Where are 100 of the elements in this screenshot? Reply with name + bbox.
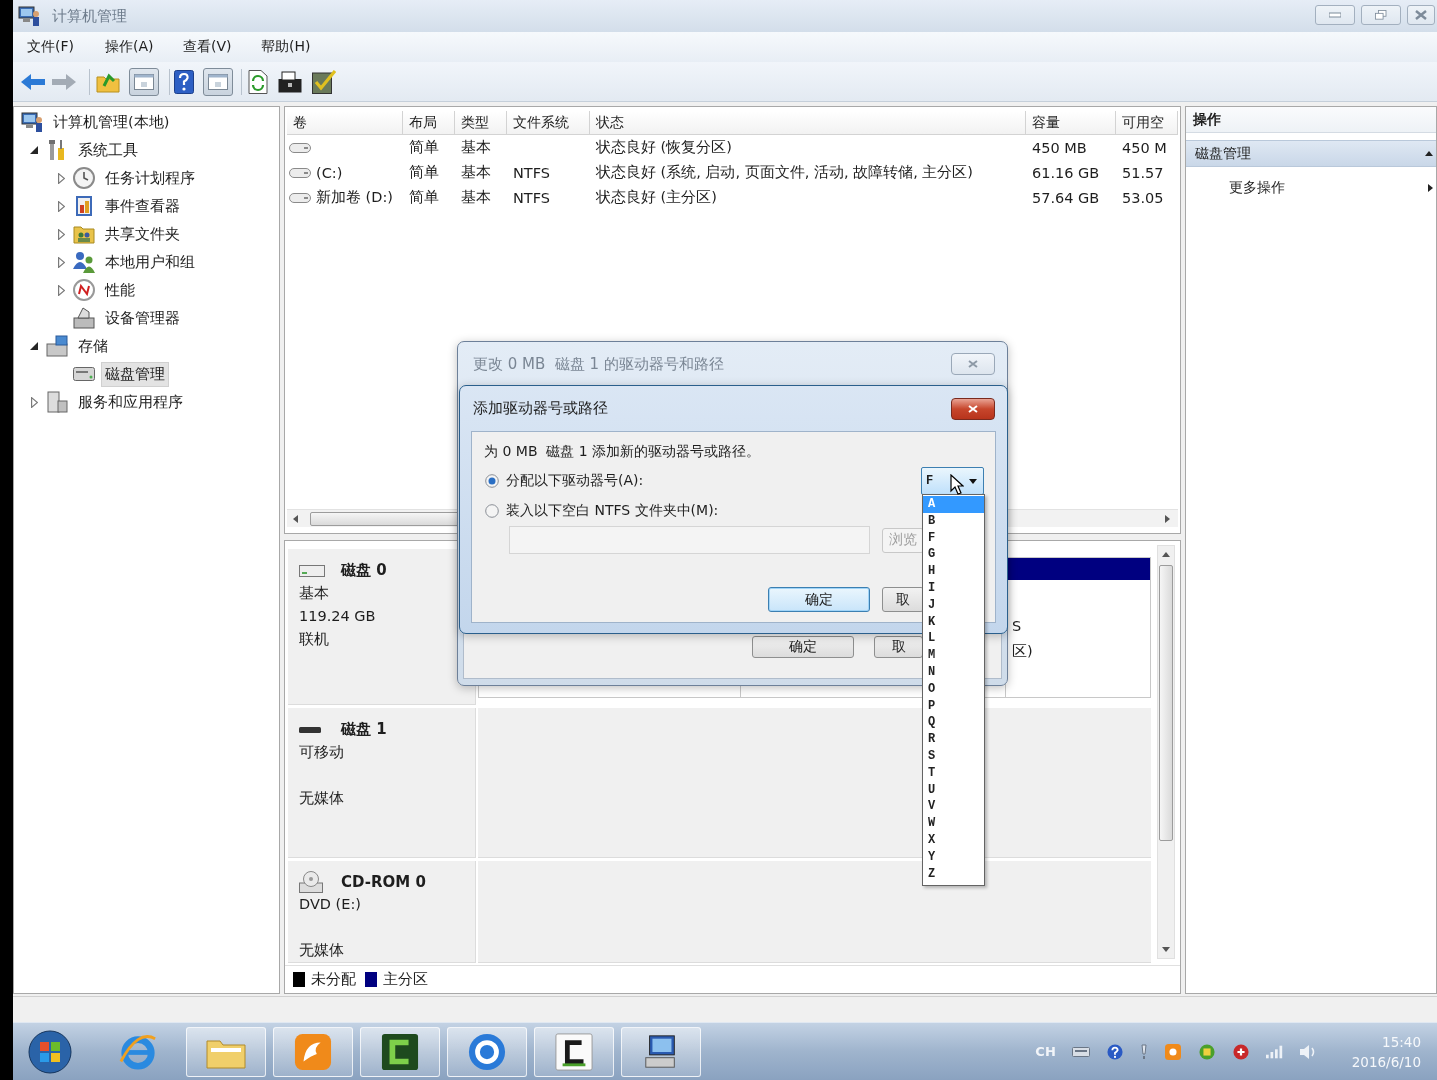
dropdown-option[interactable]: Q (923, 714, 984, 732)
collapsed-arrow-icon[interactable] (57, 200, 65, 212)
collapsed-arrow-icon[interactable] (57, 172, 65, 184)
collapse-caret-icon[interactable] (1425, 151, 1433, 156)
disk-info-panel[interactable]: CD-ROM 0 DVD (E:) 无媒体 (288, 861, 476, 963)
dropdown-option[interactable]: X (923, 831, 984, 849)
disk-info-panel[interactable]: 磁盘 0 基本 119.24 GB 联机 (288, 549, 476, 705)
menu-item[interactable]: 操作(A) (101, 35, 171, 59)
column-header[interactable]: 卷 (287, 111, 403, 135)
taskbar-button[interactable] (534, 1026, 614, 1077)
storage-icon (46, 335, 68, 357)
scroll-up-icon[interactable] (1162, 552, 1170, 557)
dropdown-option[interactable]: S (923, 747, 984, 765)
help-icon[interactable] (174, 69, 194, 94)
console-tree-toggle[interactable] (129, 67, 159, 96)
collapsed-arrow-icon[interactable] (57, 284, 65, 296)
dropdown-option[interactable]: N (923, 663, 984, 681)
tree-item[interactable]: 性能 (101, 277, 139, 303)
dialog-button[interactable]: 取 (874, 636, 923, 658)
column-header[interactable]: 可用空 (1116, 111, 1178, 135)
briefcase-icon[interactable] (278, 70, 302, 93)
tree-item[interactable]: 任务计划程序 (101, 165, 199, 191)
dropdown-option[interactable]: P (923, 697, 984, 715)
dropdown-option[interactable]: V (923, 798, 984, 816)
dialog-button[interactable]: 确定 (752, 636, 854, 658)
column-header[interactable]: 文件系统 (507, 111, 590, 135)
section-title: 磁盘管理 (1195, 144, 1251, 163)
shared-folder-icon (73, 223, 95, 245)
column-header[interactable]: 布局 (403, 111, 455, 135)
menu-item[interactable]: 查看(V) (179, 35, 249, 59)
column-header[interactable]: 容量 (1026, 111, 1116, 135)
taskbar-button[interactable] (621, 1026, 701, 1077)
dropdown-option[interactable]: H (923, 563, 984, 580)
dropdown-option[interactable]: U (923, 781, 984, 799)
collapsed-arrow-icon[interactable] (57, 228, 65, 240)
square-badge-icon[interactable] (1197, 1043, 1216, 1060)
scroll-right-icon[interactable] (1165, 514, 1170, 523)
help-icon[interactable] (1105, 1043, 1124, 1060)
radio-label[interactable]: 装入以下空白 NTFS 文件夹中(M): (506, 502, 719, 520)
menu-item[interactable]: 帮助(H) (257, 35, 327, 59)
tree-item[interactable]: 计算机管理(本地) (49, 109, 174, 135)
dropdown-option[interactable]: J (923, 596, 984, 614)
refresh-document-icon[interactable] (248, 69, 268, 94)
dot-tile-icon[interactable] (1163, 1043, 1182, 1060)
dropdown-option[interactable]: B (923, 512, 984, 530)
disk-info-panel[interactable]: 磁盘 1 可移动 无媒体 (288, 708, 476, 858)
back-arrow-icon[interactable] (20, 72, 46, 91)
tree-item[interactable]: 设备管理器 (101, 305, 184, 331)
dropdown-option[interactable]: I (923, 580, 984, 597)
plus-circle-icon[interactable] (1231, 1043, 1250, 1060)
action-link[interactable]: 更多操作 (1229, 179, 1285, 197)
action-pane-toggle[interactable] (203, 67, 233, 96)
exclamation-icon[interactable] (1139, 1043, 1148, 1060)
expanded-arrow-icon[interactable] (30, 146, 38, 154)
table-cell: 简单 (409, 188, 439, 207)
dropdown-option[interactable]: M (923, 647, 984, 664)
tree-item[interactable]: 共享文件夹 (101, 221, 184, 247)
radio-label[interactable]: 分配以下驱动器号(A): (506, 472, 644, 490)
tree-item[interactable]: 服务和应用程序 (74, 389, 187, 415)
partition-box[interactable]: S 区) (1005, 557, 1151, 698)
dropdown-option[interactable]: Y (923, 848, 984, 866)
dropdown-option[interactable]: Z (923, 865, 984, 883)
restore-button[interactable] (1361, 5, 1401, 25)
dropdown-option[interactable]: O (923, 680, 984, 698)
scroll-down-icon[interactable] (1162, 947, 1170, 952)
tree-item[interactable]: 系统工具 (74, 137, 142, 163)
expanded-arrow-icon[interactable] (30, 342, 38, 350)
menu-item[interactable]: 文件(F) (23, 35, 93, 59)
taskbar-button[interactable] (360, 1026, 440, 1077)
tree-item[interactable]: 存储 (74, 333, 112, 359)
dropdown-option[interactable]: K (923, 613, 984, 631)
partition-label: S (1012, 617, 1022, 636)
drive-letter-dropdown[interactable]: F (921, 467, 984, 495)
dropdown-option[interactable]: F (923, 529, 984, 547)
tree-item[interactable]: 事件查看器 (101, 193, 184, 219)
clock-icon (73, 167, 95, 189)
actions-section-header[interactable]: 磁盘管理 (1186, 140, 1436, 167)
tree-item[interactable]: 磁盘管理 (101, 361, 169, 387)
minimize-button[interactable] (1315, 5, 1355, 25)
partition-label: 区) (1012, 642, 1033, 661)
dropdown-option[interactable]: L (923, 630, 984, 648)
column-header[interactable]: 状态 (590, 111, 1026, 135)
radio-icon[interactable] (485, 504, 499, 518)
collapsed-arrow-icon[interactable] (30, 396, 38, 408)
column-header[interactable]: 类型 (455, 111, 507, 135)
check-icon[interactable] (312, 69, 336, 94)
dropdown-option[interactable]: T (923, 764, 984, 782)
tree-item[interactable]: 本地用户和组 (101, 249, 199, 275)
scrollbar-thumb[interactable] (1159, 565, 1173, 841)
dropdown-option[interactable]: R (923, 731, 984, 748)
radio-selected-icon[interactable] (485, 474, 499, 488)
close-button[interactable] (951, 397, 995, 420)
dropdown-option[interactable]: G (923, 546, 984, 564)
dialog-button[interactable]: 确定 (768, 587, 870, 612)
start-orb-icon[interactable] (28, 1029, 72, 1074)
scroll-left-icon[interactable] (293, 514, 298, 523)
dialog-button[interactable]: 取 (882, 587, 924, 612)
dropdown-option[interactable]: W (923, 815, 984, 832)
vertical-scrollbar[interactable] (1157, 545, 1175, 959)
collapsed-arrow-icon[interactable] (57, 256, 65, 268)
